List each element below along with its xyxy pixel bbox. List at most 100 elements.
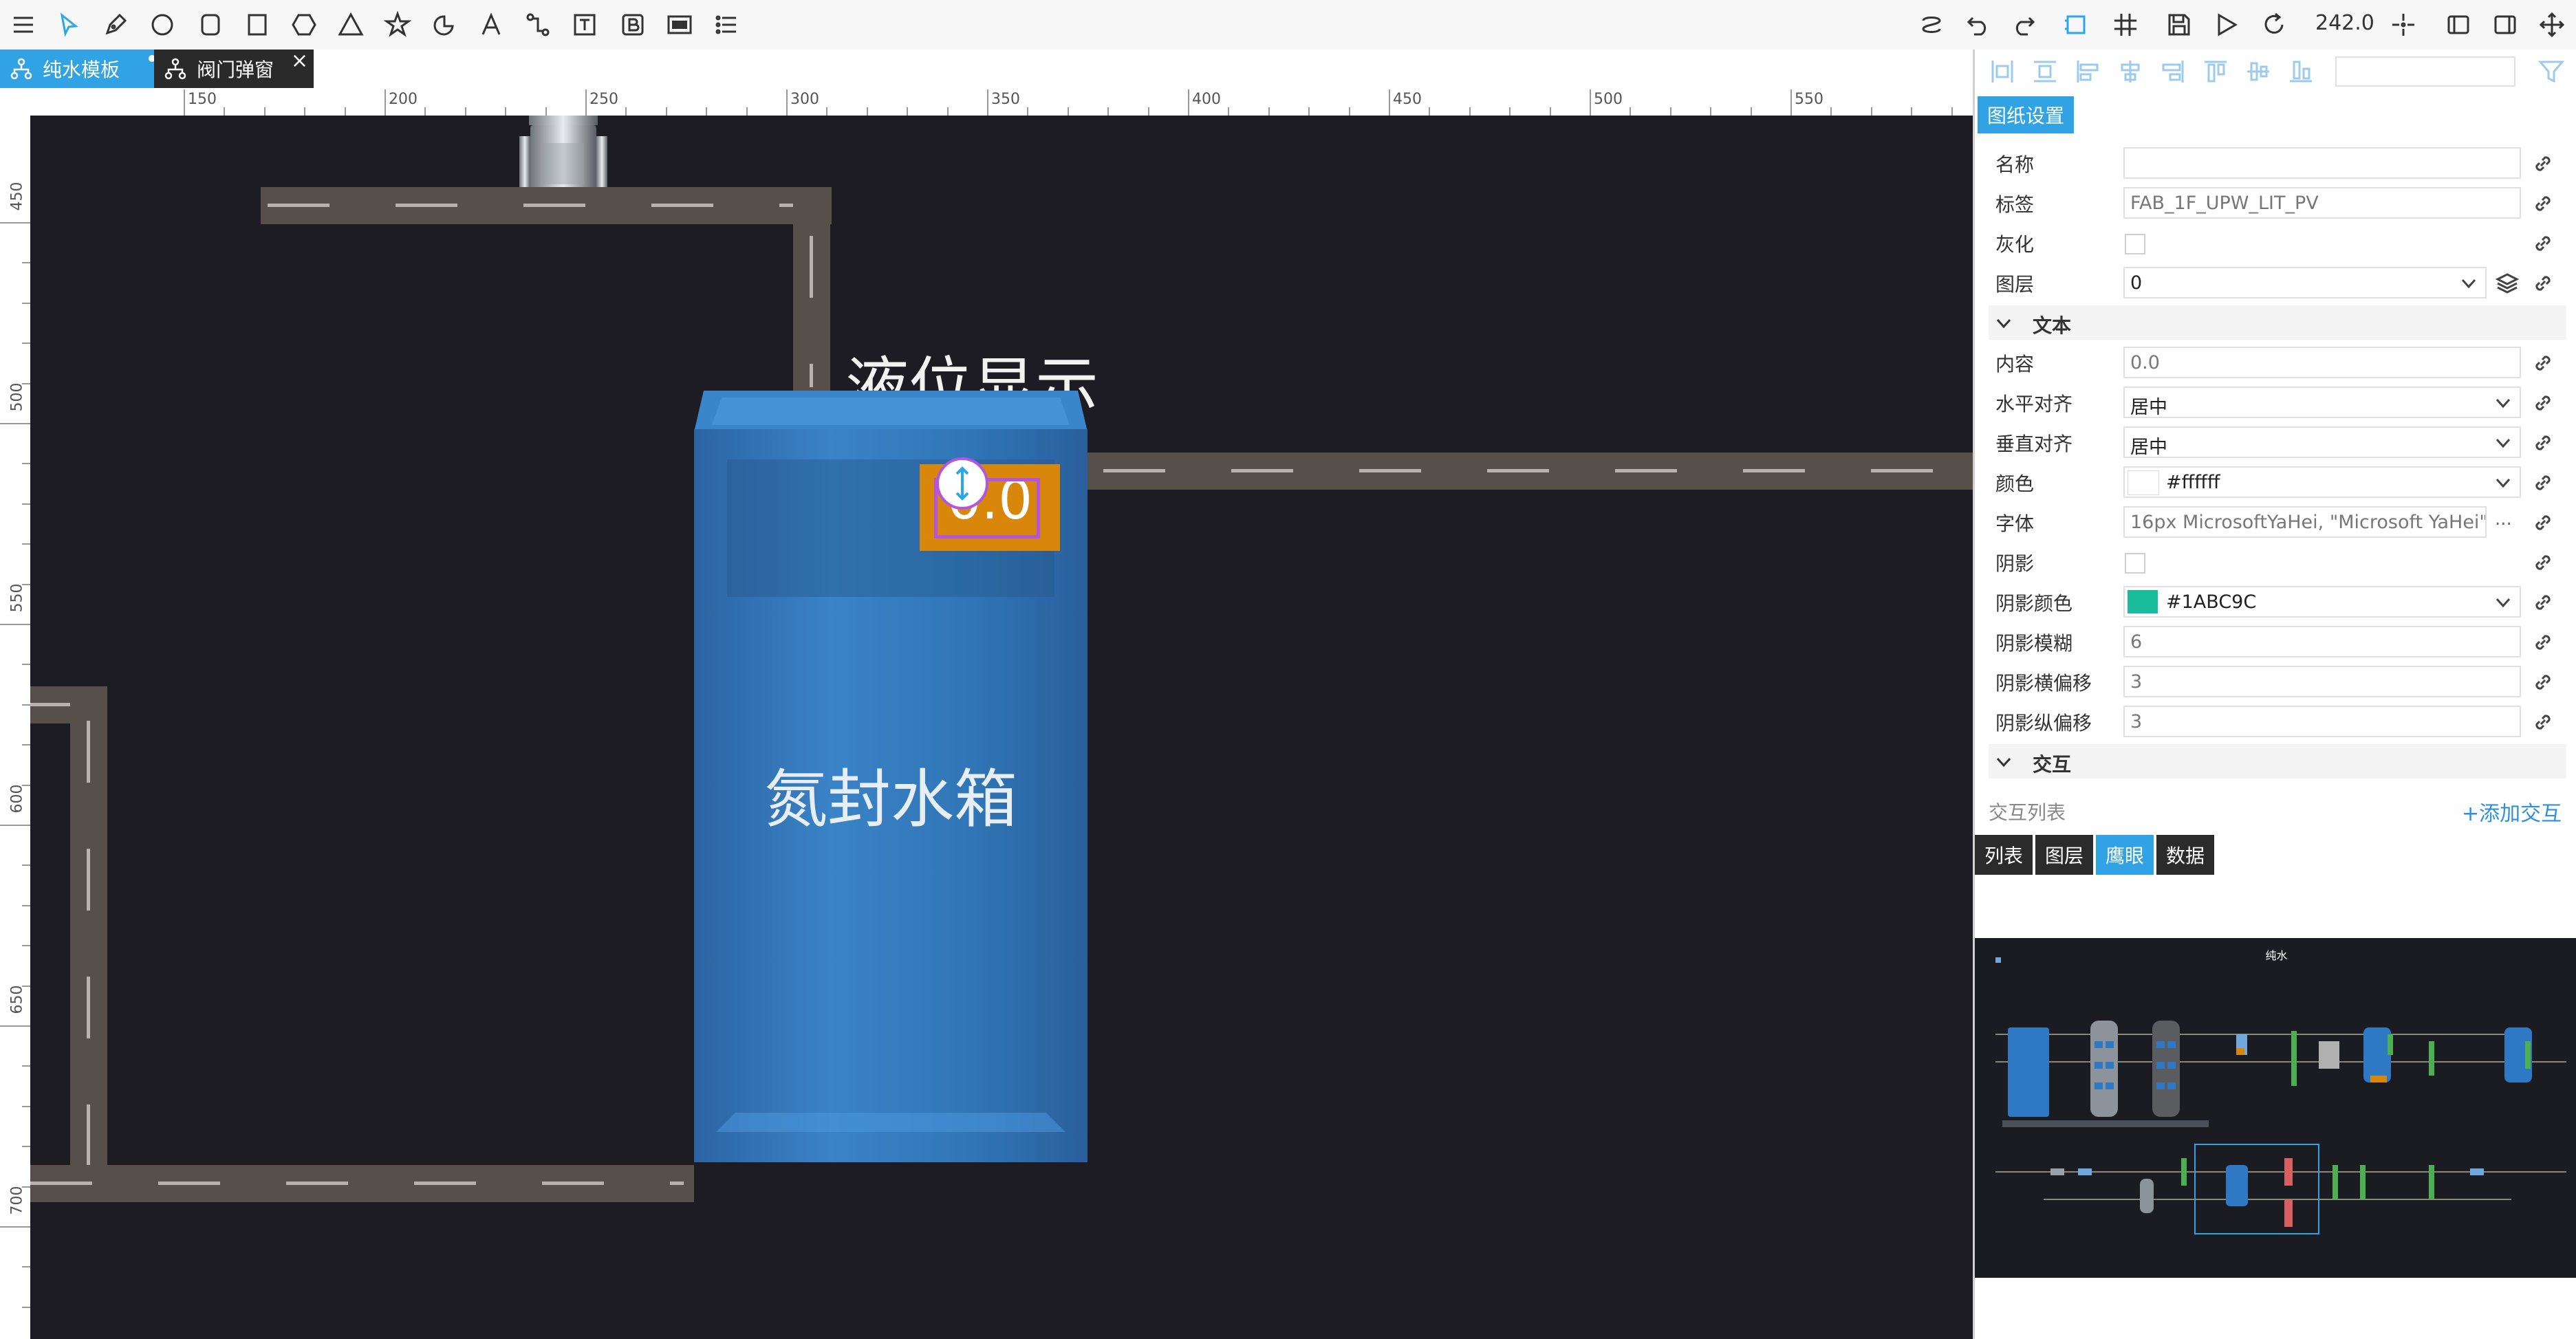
align-top-icon[interactable] [2202, 58, 2229, 85]
name-field[interactable] [2123, 147, 2521, 179]
fit-window-icon[interactable] [2442, 8, 2475, 41]
ruler-minor-tick [1107, 107, 1110, 116]
ruler-minor-tick [464, 107, 466, 116]
tab-layers[interactable]: 图层 [2035, 835, 2094, 875]
bold-box-icon[interactable] [616, 8, 649, 41]
link-icon[interactable] [2531, 510, 2555, 535]
add-interaction-button[interactable]: +添加交互 [2462, 796, 2562, 827]
close-icon[interactable]: × [291, 51, 308, 72]
pointer-icon[interactable] [52, 8, 85, 41]
valve-icon[interactable] [515, 116, 611, 191]
rectangle-icon[interactable] [241, 8, 274, 41]
text-box-icon[interactable] [568, 8, 601, 41]
filter-icon[interactable] [2537, 58, 2565, 85]
pipe-flow [87, 721, 90, 1188]
drawing-canvas[interactable]: 液位显示 氮封水箱 0.0 [30, 116, 1973, 1339]
link-icon[interactable] [2531, 151, 2555, 176]
ruler-minor-tick [22, 302, 30, 304]
link-icon[interactable] [2531, 470, 2555, 495]
menu-icon[interactable] [7, 8, 40, 41]
ruler-label: 250 [589, 91, 618, 108]
dtd-icon[interactable] [663, 8, 696, 41]
chevron-down-icon [1996, 318, 2011, 329]
star-icon[interactable] [381, 8, 414, 41]
ruler-tick [0, 222, 30, 224]
link-icon[interactable] [2531, 550, 2555, 575]
arc-icon[interactable] [428, 8, 461, 41]
ruler-minor-tick [1509, 107, 1511, 116]
layers-icon[interactable] [2495, 271, 2520, 296]
align-left-icon[interactable] [2074, 58, 2101, 85]
circle-icon[interactable] [146, 8, 179, 41]
color-select[interactable]: #ffffff [2123, 466, 2521, 498]
rounded-rect-icon[interactable] [194, 8, 227, 41]
undo-icon[interactable] [1962, 8, 1995, 41]
grid-icon[interactable] [2109, 8, 2142, 41]
ruler-minor-tick [22, 262, 30, 264]
tab-pure-water-template[interactable]: 纯水模板 [0, 50, 160, 88]
link-icon[interactable] [2531, 391, 2555, 415]
tab-valve-popup[interactable]: 阀门弹窗 × [154, 50, 314, 88]
content-field[interactable]: 0.0 [2123, 347, 2521, 378]
tab-overview[interactable]: 鹰眼 [2096, 835, 2154, 875]
link-icon[interactable] [2531, 590, 2555, 615]
bind-data-icon[interactable] [1915, 8, 1948, 41]
move-handle[interactable] [936, 457, 988, 510]
align-left-edge-icon[interactable] [1989, 58, 2016, 85]
shadow-x-field[interactable]: 3 [2123, 666, 2521, 697]
link-icon[interactable] [2531, 710, 2555, 734]
shadow-y-field[interactable]: 3 [2123, 706, 2521, 737]
refresh-icon[interactable] [2258, 8, 2291, 41]
ruler-minor-tick [22, 543, 30, 545]
pen-icon[interactable] [99, 8, 132, 41]
halign-select[interactable]: 居中 [2123, 387, 2521, 418]
prop-halign: 水平对齐 居中 [1975, 382, 2576, 421]
move-arrows-icon[interactable] [2535, 8, 2568, 41]
link-icon[interactable] [2531, 351, 2555, 375]
align-right-icon[interactable] [2159, 58, 2187, 85]
link-icon[interactable] [2531, 630, 2555, 655]
section-interaction[interactable]: 交互 [1989, 744, 2566, 779]
triangle-icon[interactable] [334, 8, 367, 41]
align-bottom-icon[interactable] [2287, 58, 2315, 85]
pipe-flow [1103, 469, 1973, 472]
center-crosshair-icon[interactable] [2387, 8, 2420, 41]
align-middle-icon[interactable] [2244, 58, 2272, 85]
redo-icon[interactable] [2007, 8, 2040, 41]
ruler-minor-tick [263, 107, 266, 116]
fullscreen-icon[interactable] [2489, 8, 2522, 41]
list-icon[interactable] [710, 8, 743, 41]
hexagon-icon[interactable] [288, 8, 321, 41]
tab-list[interactable]: 列表 [1975, 835, 2033, 875]
overview-minimap[interactable]: 纯水 [1975, 938, 2576, 1278]
link-icon[interactable] [2531, 231, 2555, 256]
link-icon[interactable] [2531, 670, 2555, 695]
connector-icon[interactable] [521, 8, 554, 41]
prop-name: 名称 [1975, 143, 2576, 182]
link-icon[interactable] [2531, 191, 2555, 216]
ruler-minor-tick [22, 744, 30, 746]
valign-select[interactable]: 居中 [2123, 426, 2521, 458]
align-distribute-icon[interactable] [2031, 58, 2059, 85]
section-text[interactable]: 文本 [1989, 305, 2566, 340]
save-icon[interactable] [2163, 8, 2196, 41]
tag-field[interactable]: FAB_1F_UPW_LIT_PV [2123, 187, 2521, 219]
gray-checkbox[interactable] [2125, 234, 2145, 254]
tab-data[interactable]: 数据 [2156, 835, 2215, 875]
link-icon[interactable] [2531, 431, 2555, 455]
text-tool-icon[interactable] [475, 8, 508, 41]
align-center-icon[interactable] [2117, 58, 2144, 85]
ruler-label: 400 [1192, 91, 1221, 108]
snap-icon[interactable] [2059, 8, 2092, 41]
play-icon[interactable] [2209, 8, 2242, 41]
tab-canvas-settings[interactable]: 图纸设置 [1978, 96, 2075, 133]
link-icon[interactable] [2531, 271, 2555, 296]
align-input[interactable] [2335, 56, 2515, 87]
font-field[interactable]: 16px MicrosoftYaHei, "Microsoft YaHei" [2123, 506, 2487, 538]
layer-select[interactable]: 0 [2123, 267, 2487, 298]
shadow-color-select[interactable]: #1ABC9C [2123, 586, 2521, 618]
shadow-blur-field[interactable]: 6 [2123, 626, 2521, 657]
zoom-level[interactable]: 242.0 [2315, 11, 2374, 35]
font-more-button[interactable]: ... [2495, 509, 2512, 530]
shadow-checkbox[interactable] [2125, 553, 2145, 574]
